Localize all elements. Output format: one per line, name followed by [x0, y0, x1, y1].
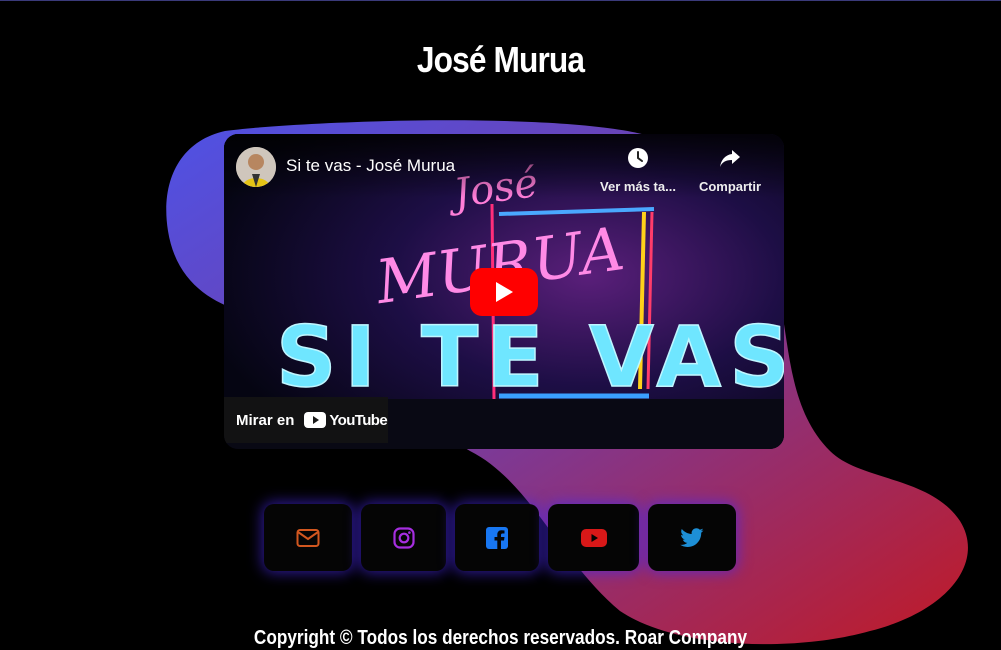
email-button[interactable] [264, 504, 352, 571]
share-icon [720, 150, 740, 167]
youtube-icon [580, 528, 607, 547]
watch-on-label: Mirar en [236, 411, 295, 429]
video-top-bar: Si te vas - José Murua Ver más ta... Com… [224, 134, 784, 198]
social-links [264, 504, 745, 571]
play-icon [496, 282, 513, 302]
youtube-logo-icon [304, 412, 327, 428]
instagram-icon [392, 526, 415, 549]
youtube-logo-label: YouTube [329, 411, 388, 429]
twitter-icon [680, 527, 704, 547]
video-title[interactable]: Si te vas - José Murua [286, 156, 455, 176]
footer-copyright: Copyright © Todos los derechos reservado… [253, 627, 748, 649]
thumbnail-text-main: SI TE VAS [276, 308, 784, 406]
facebook-button[interactable] [455, 504, 539, 571]
instagram-button[interactable] [361, 504, 446, 571]
video-player[interactable]: José MURUA SI TE VAS Si te vas - José Mu… [224, 134, 784, 449]
facebook-icon [486, 526, 508, 549]
share-button[interactable]: Compartir [684, 146, 776, 194]
youtube-logo: YouTube [304, 411, 388, 429]
clock-icon [628, 148, 648, 168]
channel-avatar[interactable] [236, 147, 276, 187]
share-label: Compartir [698, 179, 762, 194]
watch-later-button[interactable]: Ver más ta... [592, 146, 684, 194]
twitter-button[interactable] [648, 504, 736, 571]
mail-icon [296, 528, 320, 547]
page-title: José Murua [416, 39, 585, 80]
youtube-button[interactable] [548, 504, 639, 571]
watch-later-label: Ver más ta... [600, 179, 676, 194]
play-button[interactable] [470, 268, 538, 316]
watch-on-youtube-button[interactable]: Mirar en YouTube [224, 397, 388, 443]
